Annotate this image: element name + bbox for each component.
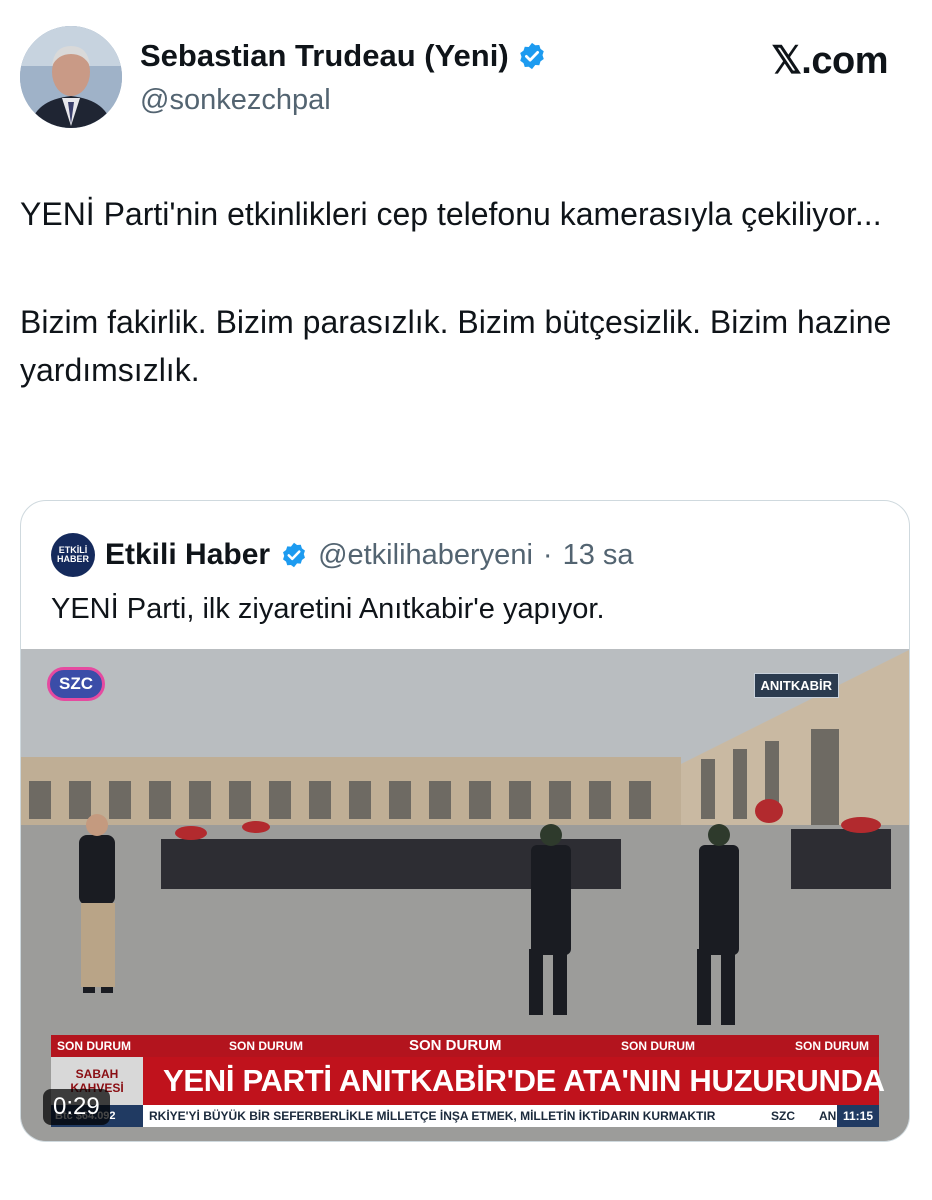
tweet-text-paragraph-1: YENİ Parti'nin etkinlikleri cep telefonu…: [20, 196, 882, 232]
quoted-timestamp[interactable]: 13 sa: [563, 539, 634, 572]
quoted-author-handle[interactable]: @etkilihaberyeni: [318, 539, 533, 572]
crawl-channel: SZC: [771, 1109, 795, 1123]
quoted-avatar-text-2: HABER: [56, 554, 89, 564]
tweet-text-paragraph-2: Bizim fakirlik. Bizim parasızlık. Bizim …: [20, 304, 892, 388]
news-crawl-bar: Btc $64.092 RKİYE'Yİ BÜYÜK BİR SEFERBERL…: [51, 1105, 879, 1127]
quoted-tweet-text: YENİ Parti, ilk ziyaretini Anıtkabir'e y…: [51, 593, 605, 625]
breaking-label-5: SON DURUM: [795, 1039, 869, 1053]
quoted-tweet[interactable]: ETKİLİ HABER Etkili Haber @etkilihaberye…: [20, 500, 910, 1142]
avatar-portrait: [20, 26, 122, 128]
x-logo[interactable]: 𝕏.com: [771, 38, 888, 83]
video-player[interactable]: SZC ANITKABİR SON DURUM SON DURUM SON DU…: [21, 649, 909, 1141]
news-headline-bar: SABAH KAHVESİ YENİ PARTİ ANITKABİR'DE AT…: [51, 1057, 885, 1105]
author-avatar[interactable]: [20, 26, 122, 128]
tweet-body: YENİ Parti'nin etkinlikleri cep telefonu…: [20, 190, 910, 394]
verified-badge-icon: [519, 42, 544, 70]
news-headline: YENİ PARTİ ANITKABİR'DE ATA'NIN HUZURUND…: [163, 1063, 885, 1098]
breaking-label-4: SON DURUM: [621, 1039, 695, 1053]
quoted-tweet-header: ETKİLİ HABER Etkili Haber @etkilihaberye…: [51, 533, 634, 577]
author-name[interactable]: Sebastian Trudeau (Yeni): [140, 38, 509, 74]
channel-logo: SZC: [47, 667, 105, 701]
separator-dot: ·: [542, 538, 553, 571]
breaking-label-3: SON DURUM: [409, 1037, 502, 1054]
broadcast-clock: 11:15: [837, 1105, 879, 1127]
breaking-news-strip: SON DURUM SON DURUM SON DURUM SON DURUM …: [51, 1035, 879, 1057]
crawl-tail: AN: [819, 1109, 837, 1123]
quoted-avatar[interactable]: ETKİLİ HABER: [51, 533, 95, 577]
news-crawl-text: RKİYE'Yİ BÜYÜK BİR SEFERBERLİKLE MİLLETÇ…: [149, 1109, 716, 1123]
quoted-author-name[interactable]: Etkili Haber: [105, 538, 270, 572]
verified-badge-icon: [283, 542, 306, 568]
program-label-line-1: SABAH: [75, 1067, 119, 1081]
author-handle[interactable]: @sonkezchpal: [140, 84, 331, 117]
location-tag: ANITKABİR: [753, 673, 839, 698]
author-name-row: Sebastian Trudeau (Yeni): [140, 38, 547, 74]
breaking-label-2: SON DURUM: [229, 1039, 303, 1053]
video-duration: 0:29: [43, 1089, 110, 1125]
breaking-label-1: SON DURUM: [57, 1039, 131, 1053]
